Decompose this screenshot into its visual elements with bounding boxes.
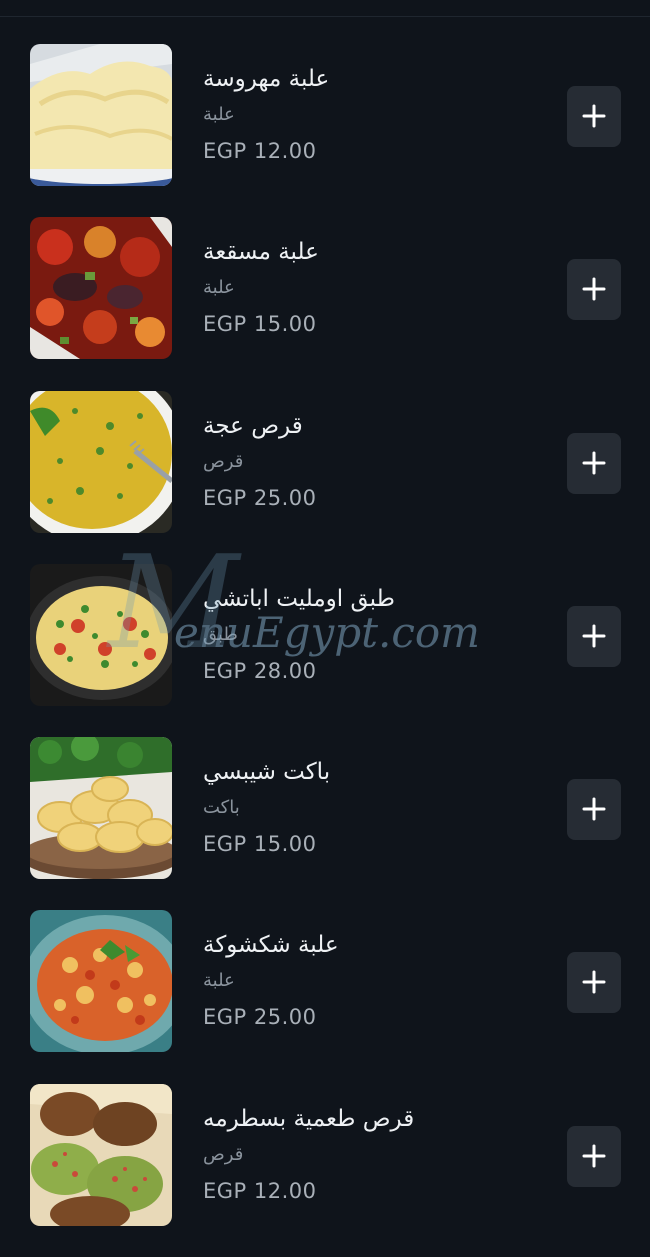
menu-item[interactable]: قرص طعمية بسطرمه قرص EGP 12.00: [0, 1083, 650, 1257]
item-category: طبق: [203, 623, 238, 645]
item-category: علبة: [203, 277, 235, 299]
item-info: قرص طعمية بسطرمه قرص EGP 12.00: [203, 1106, 533, 1216]
chips-image: [30, 737, 172, 880]
item-price: EGP 12.00: [203, 1178, 317, 1203]
item-name: علبة شكشوكة: [203, 932, 339, 959]
item-category: قرص: [203, 450, 244, 472]
plus-icon: [582, 970, 606, 994]
moussaka-image: [30, 217, 172, 360]
item-price: EGP 28.00: [203, 658, 317, 683]
eggah-image: [30, 390, 172, 533]
plus-icon: [582, 104, 606, 128]
plus-icon: [582, 277, 606, 301]
apache-omelette-image: [30, 563, 172, 706]
shakshuka-image: [30, 910, 172, 1053]
item-price: EGP 12.00: [203, 139, 317, 163]
item-info: علبة مهروسة علبة EGP 12.00: [203, 66, 533, 176]
plus-icon: [582, 624, 606, 648]
item-category: علبة: [203, 104, 235, 125]
add-to-cart-button[interactable]: [567, 952, 621, 1014]
menu-item[interactable]: قرص عجة قرص EGP 25.00: [0, 390, 650, 564]
item-price: EGP 15.00: [203, 832, 317, 857]
add-to-cart-button[interactable]: [567, 259, 621, 321]
item-category: علبة: [203, 970, 235, 992]
menu-item[interactable]: علبة شكشوكة علبة EGP 25.00: [0, 910, 650, 1083]
item-name: قرص طعمية بسطرمه: [203, 1105, 415, 1132]
add-to-cart-button[interactable]: [567, 779, 621, 841]
menu-item[interactable]: علبة مسقعة علبة EGP 15.00: [0, 217, 650, 390]
item-price: EGP 15.00: [203, 312, 317, 337]
item-info: علبة شكشوكة علبة EGP 25.00: [203, 932, 533, 1042]
add-to-cart-button[interactable]: [567, 432, 621, 494]
item-price: EGP 25.00: [203, 485, 317, 510]
menu-list: علبة مهروسة علبة EGP 12.00 علبة مسقعة عل…: [0, 44, 650, 1257]
item-name: باكت شيبسي: [203, 759, 331, 786]
menu-item[interactable]: باكت شيبسي باكت EGP 15.00: [0, 737, 650, 910]
plus-icon: [582, 451, 606, 475]
item-info: باكت شيبسي باكت EGP 15.00: [203, 759, 533, 869]
add-to-cart-button[interactable]: [567, 86, 621, 147]
item-info: قرص عجة قرص EGP 25.00: [203, 413, 533, 523]
item-category: باكت: [203, 797, 240, 819]
item-name: علبة مهروسة: [203, 66, 330, 92]
add-to-cart-button[interactable]: [567, 605, 621, 667]
item-name: قرص عجة: [203, 412, 303, 439]
item-category: قرص: [203, 1143, 244, 1165]
add-to-cart-button[interactable]: [567, 1125, 621, 1187]
menu-item[interactable]: علبة مهروسة علبة EGP 12.00: [0, 44, 650, 217]
plus-icon: [582, 797, 606, 821]
item-info: طبق اومليت اباتشي طبق EGP 28.00: [203, 586, 533, 696]
top-divider: [0, 16, 650, 17]
item-name: علبة مسقعة: [203, 239, 319, 266]
item-name: طبق اومليت اباتشي: [203, 585, 395, 612]
falafel-pastrami-image: [30, 1083, 172, 1226]
menu-item[interactable]: طبق اومليت اباتشي طبق EGP 28.00: [0, 563, 650, 737]
item-info: علبة مسقعة علبة EGP 15.00: [203, 239, 533, 349]
plus-icon: [582, 1144, 606, 1168]
mashed-potato-image: [30, 44, 172, 186]
item-price: EGP 25.00: [203, 1005, 317, 1030]
